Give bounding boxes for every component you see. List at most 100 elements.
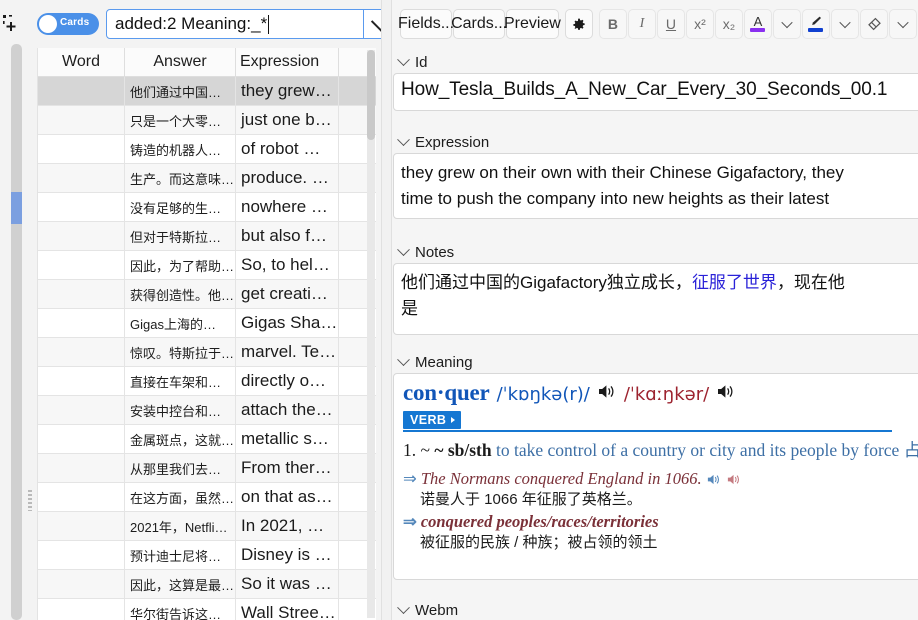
highlight-button[interactable] [801,9,830,39]
field-label-expression[interactable]: Expression [392,132,599,152]
table-row[interactable]: 只是一个大零… just one b… [38,105,376,135]
left-gutter [0,0,24,620]
remove-formatting-dropdown[interactable] [888,9,917,39]
table-row[interactable]: 生产。而这意味… produce. … [38,163,376,193]
cell-word [38,221,125,251]
remove-formatting-button[interactable] [859,9,888,39]
field-label-webm[interactable]: Webm [392,600,599,620]
cards-notes-toggle[interactable]: Cards [37,13,99,35]
table-row[interactable]: 华尔街告诉这… Wall Stree… [38,598,376,620]
table-row[interactable]: 因此，这算是最… So it was … [38,569,376,599]
crop-move-icon[interactable] [2,14,20,32]
table-vertical-scrollbar[interactable] [367,50,375,618]
cell-expression: of robot … [235,134,339,164]
sidebar-scroll-rail[interactable] [11,44,22,620]
search-history-dropdown[interactable] [363,10,381,38]
editor-toolbar: Fields... Cards... Preview B I U x² x₂ A [392,8,918,40]
search-input[interactable]: added:2 Meaning:_* [107,10,363,38]
table-row[interactable]: 在这方面，虽然… on that as… [38,482,376,512]
anki-browser-window: Cards added:2 Meaning:_* Word Answer Exp… [0,0,918,620]
fields-button[interactable]: Fields... [398,9,454,39]
cell-word [38,163,125,193]
subscript-button[interactable]: x₂ [714,9,743,39]
field-label-expression-text: Expression [415,133,490,151]
cell-word [38,76,125,106]
chevron-down-icon [839,16,851,29]
speaker-icon-us-example[interactable] [726,473,742,486]
italic-button[interactable]: I [627,9,656,39]
notes-line-2: 是 [401,299,418,318]
cell-answer: 没有足够的生… [124,192,236,222]
field-input-meaning[interactable]: con·quer /ˈkɒŋkə(r)/ /ˈkɑːŋkər/ VERB 1. … [393,373,918,580]
field-label-id[interactable]: Id [392,52,599,72]
sidebar-splitter-handle[interactable] [28,489,32,511]
superscript-button[interactable]: x² [685,9,714,39]
pos-badge[interactable]: VERB [403,411,462,429]
cell-answer: 预计迪士尼将… [124,540,236,570]
cell-word [38,105,125,135]
table-row[interactable]: 他们通过中国… they grew… [38,76,376,106]
example-en: ⇒ conquered peoples/races/territories [403,511,918,532]
chevron-down-icon[interactable] [397,242,410,256]
cell-answer: 只是一个大零… [124,105,236,135]
cell-expression: metallic s… [235,424,339,454]
cell-answer: 因此，为了帮助… [124,250,236,280]
cell-answer: 直接在车架和… [124,366,236,396]
field-label-webm-text: Webm [415,601,459,619]
chevron-down-icon[interactable] [397,352,410,366]
underline-button[interactable]: U [656,9,685,39]
column-header-word[interactable]: Word [38,48,125,77]
chevron-down-icon [370,10,381,32]
expression-line-1: they grew on their own with their Chines… [401,163,844,182]
cards-table-container[interactable]: Word Answer Expression 他们通过中国… they grew…… [37,48,376,620]
highlight-color-dropdown[interactable] [830,9,859,39]
table-row[interactable]: 从那里我们去… From ther… [38,453,376,483]
table-row[interactable]: Gigas上海的… Gigas Sha… [38,308,376,338]
bold-button[interactable]: B [598,9,627,39]
table-row[interactable]: 直接在车架和… directly o… [38,366,376,396]
table-row[interactable]: 金属斑点，这就… metallic s… [38,424,376,454]
text-caret [268,14,270,34]
text-color-button[interactable]: A [743,9,772,39]
cards-button[interactable]: Cards... [451,9,507,39]
cell-expression: produce. … [235,163,339,193]
column-header-answer[interactable]: Answer [124,48,236,77]
dictionary-entry: con·quer /ˈkɒŋkə(r)/ /ˈkɑːŋkər/ VERB 1. … [394,374,918,554]
cell-expression: Wall Stree… [235,598,339,620]
table-row[interactable]: 铸造的机器人… of robot … [38,134,376,164]
table-row[interactable]: 安装中控台和… attach the… [38,395,376,425]
field-input-id[interactable]: How_Tesla_Builds_A_New_Car_Every_30_Seco… [393,73,918,111]
field-label-meaning[interactable]: Meaning [392,352,599,372]
scrollbar-thumb[interactable] [367,50,375,140]
speaker-icon-uk-example[interactable] [706,473,722,486]
cards-toggle-label: Cards [60,17,90,28]
table-row[interactable]: 因此，为了帮助… So, to hel… [38,250,376,280]
settings-button[interactable] [564,9,593,39]
field-label-notes[interactable]: Notes [392,242,599,262]
column-header-expression[interactable]: Expression [235,48,339,77]
speaker-icon[interactable] [597,383,617,400]
chevron-down-icon[interactable] [397,600,410,614]
chevron-down-icon[interactable] [397,52,410,66]
table-row[interactable]: 2021年，Netfli… In 2021, … [38,511,376,541]
notes-line-1: 他们通过中国的Gigafactory独立成长，征服了世界，现在他 [401,270,918,296]
text-color-letter: A [753,14,763,30]
preview-button[interactable]: Preview [504,9,561,39]
cell-word [38,192,125,222]
pane-divider[interactable] [381,0,392,620]
example-cn: 诺曼人于 1066 年征服了英格兰。 [420,491,642,508]
table-row[interactable]: 惊叹。特斯拉于… marvel. Te… [38,337,376,367]
field-input-expression[interactable]: they grew on their own with their Chines… [393,153,918,219]
table-row[interactable]: 获得创造性。他… get creati… [38,279,376,309]
table-row[interactable]: 但对于特斯拉… but also f… [38,221,376,251]
speaker-icon-us[interactable] [716,383,736,400]
cell-word [38,569,125,599]
field-input-notes[interactable]: 他们通过中国的Gigafactory独立成长，征服了世界，现在他 是 [393,263,918,335]
table-row[interactable]: 没有足够的生… nowhere … [38,192,376,222]
text-color-dropdown[interactable] [772,9,801,39]
cell-word [38,250,125,280]
table-header-row: Word Answer Expression [38,48,376,77]
search-box[interactable]: added:2 Meaning:_* [106,9,381,39]
table-row[interactable]: 预计迪士尼将… Disney is … [38,540,376,570]
chevron-down-icon[interactable] [397,132,410,146]
